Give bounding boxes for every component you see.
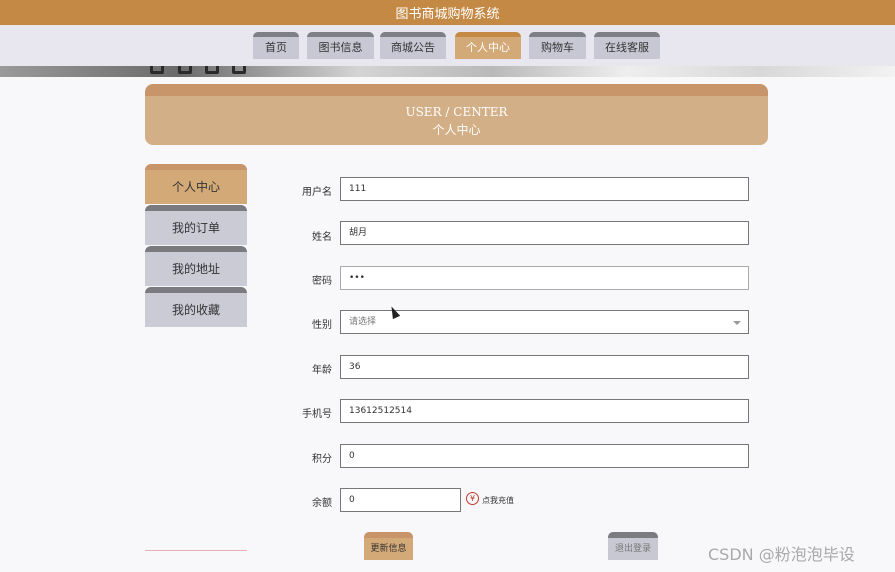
sidebar-item-favorites[interactable]: 我的收藏 xyxy=(145,287,247,327)
logout-button[interactable]: 退出登录 xyxy=(608,532,658,560)
nav-item-books[interactable]: 图书信息 xyxy=(307,32,374,59)
sidebar-item-user-center[interactable]: 个人中心 xyxy=(145,164,247,204)
main-nav: 首页 图书信息 商城公告 个人中心 购物车 在线客服 xyxy=(0,25,895,66)
balance-input[interactable]: 0 xyxy=(340,488,461,512)
page-header: USER / CENTER 个人中心 xyxy=(145,84,768,145)
password-label: 密码 xyxy=(312,276,332,287)
points-input[interactable]: 0 xyxy=(340,444,749,468)
recharge-link[interactable]: 点我充值 xyxy=(482,495,514,506)
gender-label: 性别 xyxy=(312,320,332,331)
sidebar-divider xyxy=(145,550,247,551)
gender-select-placeholder: 请选择 xyxy=(349,317,377,327)
page-header-cn: 个人中心 xyxy=(432,123,481,137)
name-label: 姓名 xyxy=(312,232,332,243)
banner-image xyxy=(0,66,895,77)
name-input[interactable]: 胡月 xyxy=(340,221,749,245)
yen-icon[interactable]: ¥ xyxy=(466,492,479,505)
age-label: 年龄 xyxy=(312,365,332,376)
top-bar: 图书商城购物系统 xyxy=(0,0,895,25)
gender-select[interactable]: 请选择 xyxy=(340,310,749,334)
sidebar-item-orders[interactable]: 我的订单 xyxy=(145,205,247,245)
site-title: 图书商城购物系统 xyxy=(395,7,500,22)
phone-input[interactable]: 13612512514 xyxy=(340,399,749,423)
nav-item-customer-service[interactable]: 在线客服 xyxy=(594,32,660,59)
page-header-en: USER / CENTER xyxy=(405,105,508,119)
nav-item-announcements[interactable]: 商城公告 xyxy=(380,32,446,59)
chevron-down-icon xyxy=(733,321,741,325)
password-input[interactable]: ••• xyxy=(340,266,749,290)
username-label: 用户名 xyxy=(302,187,332,198)
watermark: CSDN @粉泡泡毕设 xyxy=(708,545,855,564)
phone-label: 手机号 xyxy=(302,409,332,420)
age-input[interactable]: 36 xyxy=(340,355,749,379)
balance-label: 余额 xyxy=(312,498,332,509)
nav-item-cart[interactable]: 购物车 xyxy=(529,32,586,59)
nav-item-home[interactable]: 首页 xyxy=(253,32,299,59)
nav-item-user-center[interactable]: 个人中心 xyxy=(455,32,521,59)
points-label: 积分 xyxy=(312,454,332,465)
update-info-button[interactable]: 更新信息 xyxy=(364,532,413,560)
username-input[interactable]: 111 xyxy=(340,177,749,201)
sidebar-item-addresses[interactable]: 我的地址 xyxy=(145,246,247,286)
